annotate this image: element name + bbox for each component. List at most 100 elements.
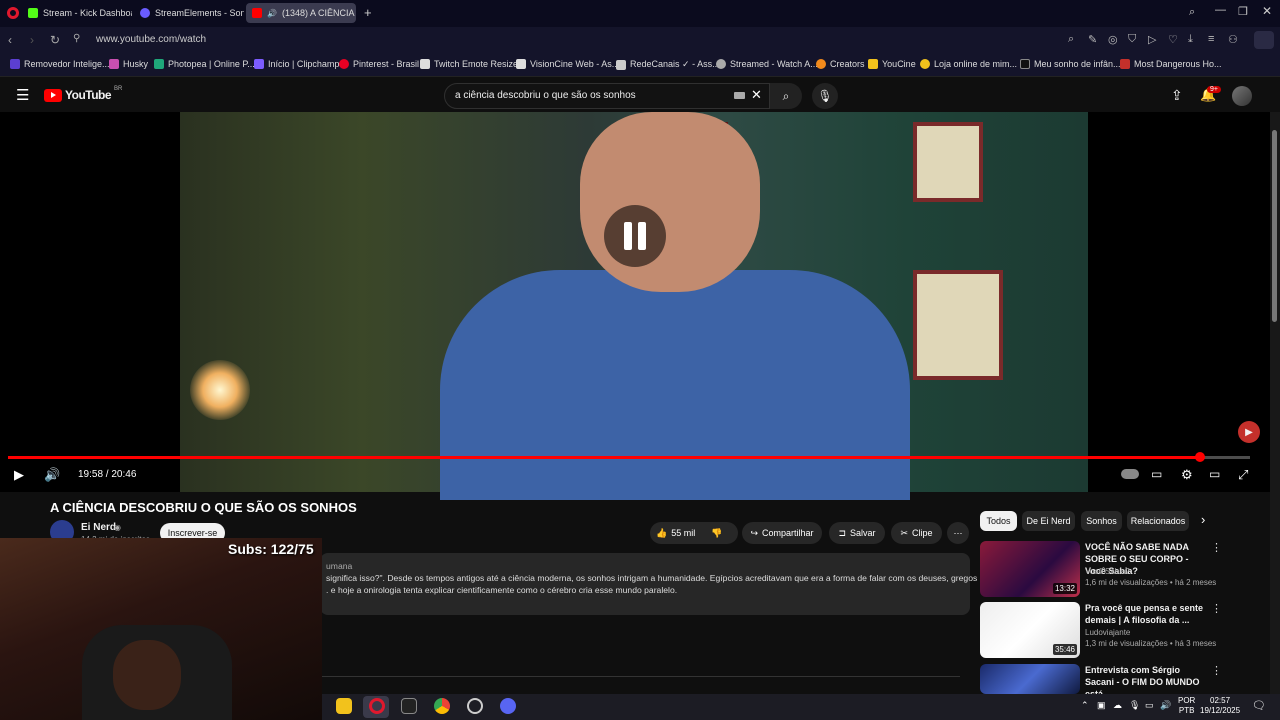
tab-youtube-active[interactable]: 🔊 (1348) A CIÊNCIA DES: [246, 3, 356, 23]
bookmark-item[interactable]: Meu sonho de infân...: [1020, 59, 1121, 69]
fullscreen-icon[interactable]: ⤢: [1238, 467, 1248, 483]
opera-icon[interactable]: [369, 698, 385, 714]
opera-logo-icon[interactable]: [7, 7, 19, 19]
tray-expand-icon[interactable]: ⌃: [1081, 700, 1089, 711]
profile-icon[interactable]: ⚇: [1228, 33, 1238, 46]
bookmark-item[interactable]: Creators: [816, 59, 865, 69]
tab-kick-dashboard[interactable]: Stream - Kick Dashboard: [22, 3, 132, 23]
camera-icon[interactable]: ◎: [1108, 33, 1118, 46]
bookmark-item[interactable]: Photopea | Online P...: [154, 59, 255, 69]
tray-volume-icon[interactable]: 🔊: [1160, 700, 1171, 711]
pause-overlay-icon[interactable]: [604, 205, 666, 267]
hamburger-menu-icon[interactable]: ☰: [16, 86, 29, 104]
clip-button[interactable]: ✂ Clipe: [891, 522, 942, 544]
share-button[interactable]: ↪ Compartilhar: [742, 522, 822, 544]
bookmark-item[interactable]: Husky: [109, 59, 148, 69]
bookmark-item[interactable]: Streamed - Watch A...: [716, 59, 818, 69]
channel-name[interactable]: Ei Nerd: [81, 522, 116, 533]
recommendation-title[interactable]: Pra você que pensa e sente demais | A fi…: [1085, 602, 1205, 626]
obs-icon[interactable]: [467, 698, 483, 714]
chips-next-icon[interactable]: ›: [1201, 512, 1205, 527]
search-tabs-icon[interactable]: ⌕: [1189, 6, 1195, 19]
chrome-icon[interactable]: [434, 698, 450, 714]
search-icon[interactable]: ⌕: [1068, 33, 1074, 46]
bookmark-item[interactable]: Most Dangerous Ho...: [1120, 59, 1222, 69]
bookmark-item[interactable]: YouCine: [868, 59, 916, 69]
search-button[interactable]: ⌕: [770, 83, 802, 109]
recommendation-thumbnail[interactable]: 13:32: [980, 541, 1080, 597]
tab-streamelements[interactable]: StreamElements - Songre: [134, 3, 244, 23]
site-info-icon[interactable]: ⚲: [73, 33, 80, 44]
discord-icon[interactable]: [500, 698, 516, 714]
tray-mic-icon[interactable]: 🎙: [1129, 700, 1140, 711]
forward-icon[interactable]: ›: [30, 33, 34, 47]
play-icon[interactable]: ▷: [1148, 33, 1156, 46]
shield-icon[interactable]: ⛉: [1128, 33, 1136, 46]
more-options-icon[interactable]: ⋮: [1211, 664, 1222, 677]
dislike-icon[interactable]: 👎: [711, 528, 722, 539]
bookmark-item[interactable]: RedeCanais ✓ - Ass...: [616, 59, 720, 70]
recommendation-thumbnail[interactable]: 35:46: [980, 602, 1080, 658]
settings-gear-icon[interactable]: ⚙: [1181, 467, 1193, 483]
back-icon[interactable]: ‹: [8, 33, 12, 47]
file-explorer-icon[interactable]: [336, 698, 352, 714]
maximize-icon[interactable]: ❐: [1238, 5, 1248, 18]
reload-icon[interactable]: ↻: [50, 33, 60, 47]
tray-app-icon[interactable]: ▣: [1097, 700, 1106, 711]
heart-icon[interactable]: ♡: [1168, 33, 1178, 46]
recommendation-meta: 1,6 mi de visualizações • há 2 meses: [1085, 578, 1217, 587]
extensions-icon[interactable]: [1254, 31, 1274, 49]
recommendation-channel[interactable]: Ludoviajante: [1085, 628, 1130, 637]
subs-goal-counter: Subs: 122/75: [228, 541, 314, 557]
progress-bar[interactable]: [8, 452, 1250, 462]
like-count[interactable]: 55 mil: [671, 528, 695, 538]
save-button[interactable]: ⊐ Salvar: [829, 522, 885, 544]
bookmark-item[interactable]: Twitch Emote Resizer: [420, 59, 521, 69]
clip-label: Clipe: [912, 528, 933, 538]
bookmark-item[interactable]: Pinterest - Brasil: [339, 59, 419, 69]
theater-mode-icon[interactable]: ▭: [1209, 467, 1220, 481]
capcut-icon[interactable]: [401, 698, 417, 714]
close-window-icon[interactable]: ✕: [1262, 4, 1272, 18]
chip-dreams[interactable]: Sonhos: [1081, 511, 1122, 531]
like-icon[interactable]: 👍: [656, 528, 667, 539]
autoplay-toggle[interactable]: [1121, 469, 1139, 479]
tray-cloud-icon[interactable]: ☁: [1113, 700, 1122, 711]
description-box[interactable]: [320, 553, 970, 615]
chip-related[interactable]: Relacionados: [1127, 511, 1189, 531]
chip-from-channel[interactable]: De Ei Nerd: [1022, 511, 1075, 531]
channel-watermark-icon[interactable]: ▶: [1238, 421, 1260, 443]
play-icon[interactable]: ▶: [14, 467, 24, 483]
minimize-icon[interactable]: —: [1215, 4, 1226, 16]
tray-network-icon[interactable]: ▭: [1145, 700, 1154, 711]
recommendation-thumbnail[interactable]: [980, 664, 1080, 694]
edit-icon[interactable]: ✎: [1088, 33, 1097, 46]
clear-search-icon[interactable]: ✕: [751, 87, 762, 103]
upload-icon[interactable]: ⇪: [1171, 87, 1183, 104]
bookmark-item[interactable]: VisionCine Web - As...: [516, 59, 619, 69]
url-field[interactable]: www.youtube.com/watch: [96, 34, 206, 45]
new-tab-icon[interactable]: +: [364, 5, 372, 20]
scrollbar-thumb[interactable]: [1272, 130, 1277, 322]
taskbar-clock[interactable]: 02:57 19/12/2025: [1200, 696, 1240, 716]
more-options-icon[interactable]: ⋮: [1211, 541, 1222, 554]
volume-icon[interactable]: 🔊: [44, 467, 60, 483]
voice-search-button[interactable]: 🎙: [812, 83, 838, 109]
more-actions-button[interactable]: ⋯: [947, 522, 969, 544]
download-icon[interactable]: ⤓: [1188, 33, 1193, 46]
menu-icon[interactable]: ≡: [1208, 33, 1214, 45]
bookmark-item[interactable]: Início | Clipchamp: [254, 59, 339, 69]
keyboard-language[interactable]: POR PTB: [1178, 696, 1195, 716]
notification-center-icon[interactable]: 🗨: [1252, 699, 1266, 712]
subtitles-icon[interactable]: ▭: [1151, 467, 1162, 481]
bookmark-item[interactable]: Removedor Intelige...: [10, 59, 110, 69]
account-avatar[interactable]: [1232, 86, 1252, 106]
youtube-logo[interactable]: YouTube BR: [44, 86, 122, 102]
more-options-icon[interactable]: ⋮: [1211, 602, 1222, 615]
chip-all[interactable]: Todos: [980, 511, 1017, 531]
speaker-icon[interactable]: 🔊: [267, 9, 277, 18]
recommendation-channel[interactable]: Você Sabia?: [1085, 567, 1130, 576]
keyboard-icon[interactable]: [734, 92, 745, 99]
bookmark-item[interactable]: Loja online de mim...: [920, 59, 1017, 69]
search-query-text[interactable]: a ciência descobriu o que são os sonhos: [455, 90, 636, 101]
